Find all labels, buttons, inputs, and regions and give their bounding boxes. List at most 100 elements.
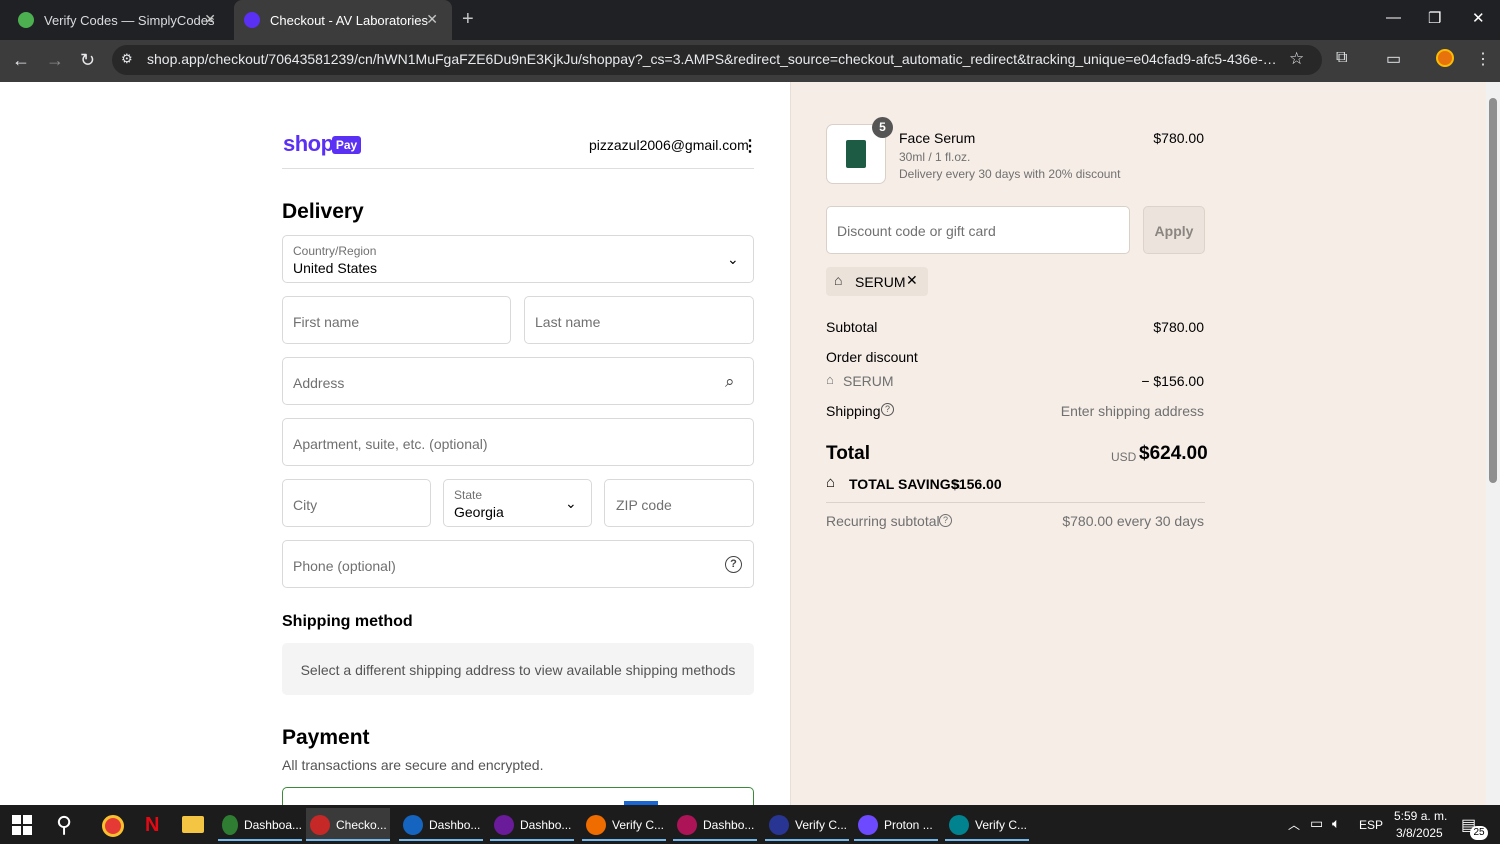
running-indicator	[854, 839, 938, 841]
taskbar-app-button[interactable]: Dashboa...	[218, 808, 302, 841]
remove-discount-icon[interactable]: ✕	[906, 272, 918, 289]
total-savings-value: $156.00	[951, 476, 1002, 492]
first-name-placeholder: First name	[293, 314, 360, 330]
netflix-icon[interactable]: N	[145, 814, 159, 837]
product-price: $780.00	[1153, 130, 1204, 146]
app-icon	[222, 814, 238, 835]
taskbar-app-label: Verify C...	[975, 817, 1028, 832]
zip-placeholder: ZIP code	[616, 497, 672, 513]
chrome-icon[interactable]	[102, 815, 124, 837]
total-value: $624.00	[1139, 443, 1208, 464]
restore-icon[interactable]: ❐	[1428, 9, 1441, 27]
last-name-placeholder: Last name	[535, 314, 601, 330]
country-value: United States	[293, 260, 378, 276]
tag-icon: ⌂	[826, 474, 836, 491]
tab-checkout[interactable]: Checkout - AV Laboratories ✕	[234, 0, 452, 40]
language-indicator[interactable]: ESP	[1359, 818, 1383, 832]
taskbar-app-label: Dashbo...	[429, 817, 481, 832]
help-icon[interactable]: ?	[881, 403, 894, 416]
total-label: Total	[826, 443, 870, 464]
forward-icon[interactable]: →	[46, 50, 64, 71]
running-indicator	[673, 839, 757, 841]
taskbar-app-button[interactable]: Verify C...	[582, 808, 666, 841]
profile-avatar[interactable]	[1436, 49, 1454, 67]
product-subscription: Delivery every 30 days with 20% discount	[899, 167, 1121, 181]
clock-date[interactable]: 3/8/2025	[1396, 826, 1443, 840]
windows-start-icon[interactable]	[12, 815, 32, 835]
taskbar-app-label: Checko...	[336, 817, 387, 832]
extensions-icon[interactable]: ⧉	[1336, 49, 1347, 67]
site-info-icon[interactable]: ⚙	[121, 51, 133, 67]
phone-placeholder: Phone (optional)	[293, 558, 396, 574]
clock-time[interactable]: 5:59 a. m.	[1394, 809, 1447, 823]
total-currency: USD	[1111, 450, 1137, 464]
taskbar-app-button[interactable]: Dashbo...	[399, 808, 483, 841]
account-menu-icon[interactable]: ⋮	[742, 136, 758, 156]
file-explorer-icon[interactable]	[182, 816, 204, 833]
running-indicator	[945, 839, 1029, 841]
close-window-icon[interactable]: ✕	[1472, 9, 1485, 27]
quantity-badge: 5	[872, 117, 893, 138]
url-text: shop.app/checkout/70643581239/cn/hWN1MuF…	[147, 51, 1282, 67]
menu-dots-icon[interactable]: ⋮	[1475, 49, 1491, 69]
taskbar-app-button[interactable]: Verify C...	[765, 808, 849, 841]
taskbar-app-button[interactable]: Verify C...	[945, 808, 1029, 841]
close-tab-icon[interactable]: ✕	[426, 11, 438, 28]
reload-icon[interactable]: ↻	[80, 50, 95, 71]
pay-badge: Pay	[332, 136, 361, 154]
shipping-label: Shipping	[826, 403, 881, 419]
tag-icon: ⌂	[834, 272, 843, 288]
taskbar-app-label: Verify C...	[795, 817, 848, 832]
tag-icon: ⌂	[826, 372, 834, 387]
search-icon[interactable]: ⚲	[56, 812, 72, 838]
serum-bottle-icon	[846, 140, 866, 168]
taskbar-app-button[interactable]: Proton ...	[854, 808, 938, 841]
help-icon[interactable]: ?	[725, 556, 742, 573]
tab-verify-codes[interactable]: Verify Codes — SimplyCodes ✕	[0, 0, 230, 40]
payment-subtitle: All transactions are secure and encrypte…	[282, 757, 544, 773]
shipping-method-title: Shipping method	[282, 613, 413, 630]
shop-favicon-icon	[244, 12, 260, 28]
apartment-placeholder: Apartment, suite, etc. (optional)	[293, 436, 488, 452]
order-discount-code: SERUM	[843, 373, 894, 389]
back-icon[interactable]: ←	[12, 50, 30, 71]
order-discount-value: − $156.00	[1141, 373, 1204, 389]
tray-chevron-icon[interactable]: ︿	[1288, 816, 1300, 833]
tab-title: Checkout - AV Laboratories	[270, 12, 429, 28]
volume-icon[interactable]: 🔈︎	[1332, 815, 1340, 832]
address-placeholder: Address	[293, 375, 345, 391]
close-tab-icon[interactable]: ✕	[204, 11, 216, 28]
running-indicator	[582, 839, 666, 841]
order-discount-label: Order discount	[826, 349, 918, 365]
shipping-method-message: Select a different shipping address to v…	[300, 662, 736, 678]
taskbar-app-label: Proton ...	[884, 817, 933, 832]
address-field[interactable]	[282, 357, 754, 405]
apply-label: Apply	[1154, 223, 1194, 239]
network-icon[interactable]: ▭	[1310, 815, 1323, 832]
running-indicator	[765, 839, 849, 841]
taskbar-app-label: Dashboa...	[243, 817, 302, 832]
app-icon	[403, 814, 423, 835]
bookmark-star-icon[interactable]: ☆	[1289, 49, 1304, 69]
taskbar-app-label: Dashbo...	[520, 817, 572, 832]
city-placeholder: City	[293, 497, 318, 513]
taskbar-app-label: Dashbo...	[703, 817, 755, 832]
taskbar-app-button[interactable]: Dashbo...	[490, 808, 574, 841]
tab-title: Verify Codes — SimplyCodes	[44, 12, 215, 28]
app-icon	[949, 814, 969, 835]
product-variant: 30ml / 1 fl.oz.	[899, 150, 971, 164]
minimize-icon[interactable]: —	[1386, 9, 1401, 26]
taskbar-app-button[interactable]: Dashbo...	[673, 808, 757, 841]
discount-placeholder: Discount code or gift card	[837, 223, 996, 239]
cast-icon[interactable]: ▭	[1386, 49, 1401, 69]
help-icon[interactable]: ?	[939, 514, 952, 527]
payment-option-box[interactable]	[282, 787, 754, 805]
app-icon	[769, 814, 789, 835]
scrollbar-thumb[interactable]	[1489, 98, 1497, 483]
search-icon: ⌕	[725, 372, 735, 391]
order-summary-panel	[790, 82, 1486, 805]
taskbar-app-button[interactable]: Checko...	[306, 808, 390, 841]
running-indicator	[490, 839, 574, 841]
shop-logo: shop	[283, 131, 334, 156]
new-tab-icon[interactable]: +	[462, 8, 474, 31]
